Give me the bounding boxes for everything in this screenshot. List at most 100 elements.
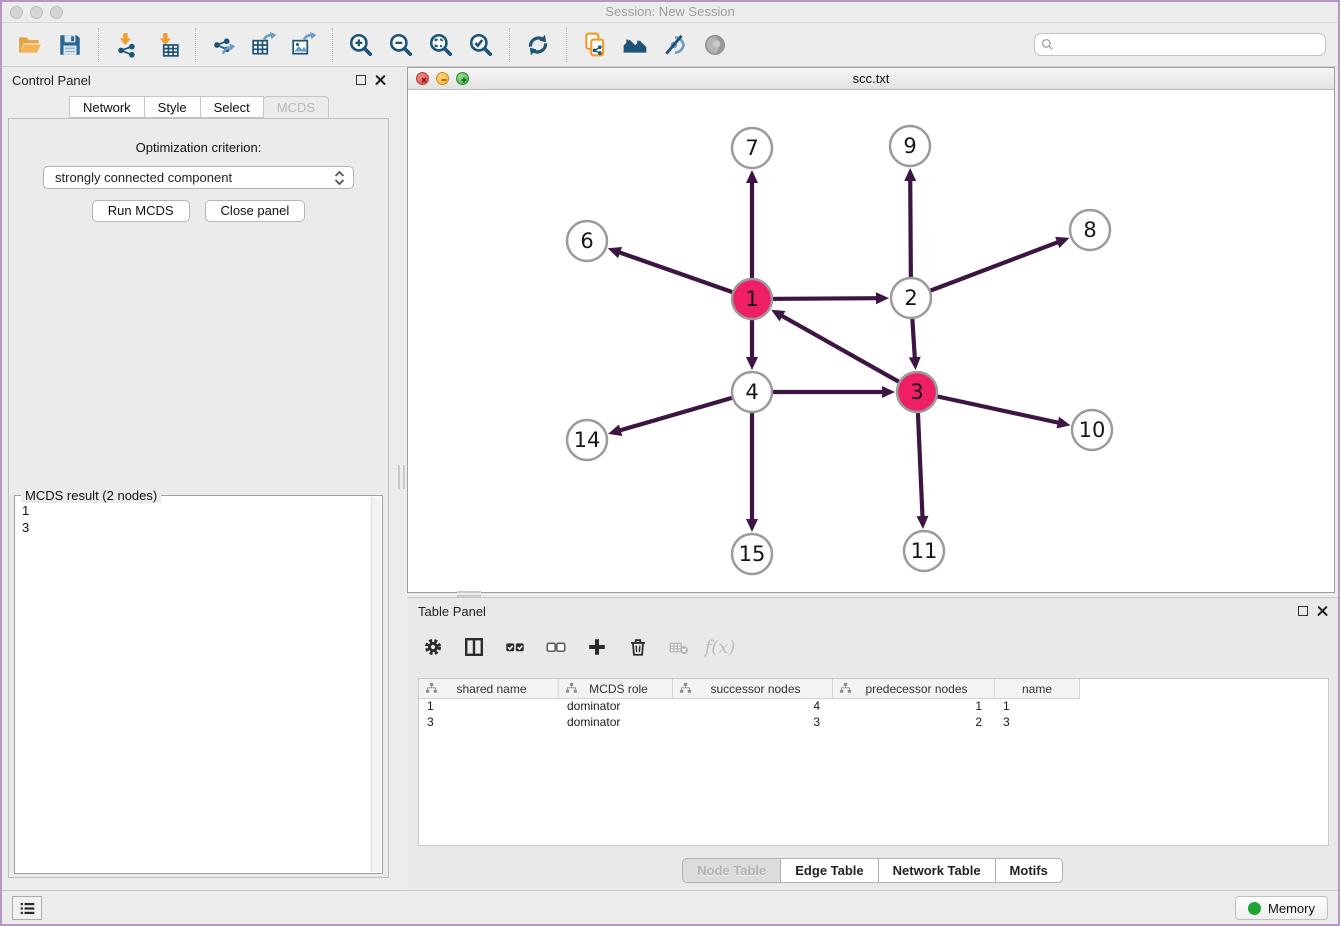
add-column-button[interactable] xyxy=(585,635,609,659)
save-session-button[interactable] xyxy=(53,28,87,62)
split-panel-icon xyxy=(463,636,485,658)
cell-name: 1 xyxy=(995,699,1080,715)
close-panel-button[interactable]: Close panel xyxy=(205,200,306,222)
network-view-window: scc.txt 7968124314101511 xyxy=(407,67,1335,593)
show-column-panel-button[interactable] xyxy=(462,635,486,659)
float-table-panel-icon[interactable] xyxy=(1298,606,1308,616)
import-table-icon xyxy=(154,32,180,58)
optimization-criterion-label: Optimization criterion: xyxy=(9,140,388,155)
graph-node-label: 4 xyxy=(745,380,758,404)
tab-edge-table[interactable]: Edge Table xyxy=(780,858,878,883)
import-network-button[interactable] xyxy=(110,28,144,62)
zoom-window-button[interactable] xyxy=(50,6,63,19)
mcds-result-box: MCDS result (2 nodes) 1 3 xyxy=(14,495,383,874)
table-row[interactable]: 1 dominator 4 1 1 xyxy=(419,699,1328,715)
minimize-window-button[interactable] xyxy=(30,6,43,19)
duplicate-network-button[interactable] xyxy=(578,28,612,62)
refresh-view-button[interactable] xyxy=(521,28,555,62)
tab-select[interactable]: Select xyxy=(200,96,264,118)
network-close-button[interactable] xyxy=(416,72,429,85)
memory-button[interactable]: Memory xyxy=(1235,896,1328,920)
control-panel-title: Control Panel xyxy=(12,73,91,88)
cell-successor-nodes: 3 xyxy=(673,715,833,731)
float-panel-icon[interactable] xyxy=(356,75,366,85)
close-table-panel-icon[interactable] xyxy=(1317,605,1328,616)
tab-node-table[interactable]: Node Table xyxy=(682,858,781,883)
toolbar-separator xyxy=(509,28,510,62)
zoom-selected-button[interactable] xyxy=(464,28,498,62)
table-settings-button[interactable] xyxy=(421,635,445,659)
network-graph[interactable]: 7968124314101511 xyxy=(408,90,1337,593)
tab-style[interactable]: Style xyxy=(144,96,201,118)
column-header-successor-nodes[interactable]: successor nodes xyxy=(673,679,833,699)
birds-eye-view-button[interactable] xyxy=(698,28,732,62)
graph-node-label: 8 xyxy=(1083,218,1096,242)
cell-successor-nodes: 4 xyxy=(673,699,833,715)
table-row[interactable]: 3 dominator 3 2 3 xyxy=(419,715,1328,731)
function-builder-button: f(x) xyxy=(708,635,732,659)
network-minimize-button[interactable] xyxy=(436,72,449,85)
graph-node-label: 7 xyxy=(745,136,758,160)
criterion-value: strongly connected component xyxy=(55,170,232,185)
window-controls xyxy=(10,6,63,19)
export-image-button[interactable] xyxy=(287,28,321,62)
mcds-result-text[interactable]: 1 3 xyxy=(16,497,370,872)
control-panel-tabs: Network Style Select MCDS xyxy=(2,96,396,118)
export-network-button[interactable] xyxy=(207,28,241,62)
fx-icon: f(x) xyxy=(705,637,736,658)
gear-icon xyxy=(422,636,444,658)
cell-shared-name: 3 xyxy=(419,715,559,731)
table-tabs: Node Table Edge Table Network Table Moti… xyxy=(407,858,1338,883)
zoom-in-icon xyxy=(348,32,374,58)
hierarchy-icon xyxy=(839,682,852,695)
tab-mcds[interactable]: MCDS xyxy=(263,96,329,118)
close-window-button[interactable] xyxy=(10,6,23,19)
run-mcds-button[interactable]: Run MCDS xyxy=(92,200,190,222)
zoom-fit-button[interactable] xyxy=(424,28,458,62)
main-content: Control Panel Network Style Select MCDS … xyxy=(2,67,1338,890)
tab-motifs[interactable]: Motifs xyxy=(995,858,1063,883)
network-window-controls xyxy=(416,72,469,85)
tab-network[interactable]: Network xyxy=(69,96,145,118)
table-panel: Table Panel xyxy=(407,597,1338,890)
toolbar-separator xyxy=(195,28,196,62)
close-panel-icon[interactable] xyxy=(375,74,386,85)
graph-node-label: 11 xyxy=(911,539,938,563)
trash-icon xyxy=(627,636,649,658)
task-history-button[interactable] xyxy=(12,896,42,920)
select-all-columns-button[interactable] xyxy=(503,635,527,659)
result-scrollbar[interactable] xyxy=(371,497,381,872)
criterion-select[interactable]: strongly connected component xyxy=(43,166,354,189)
refresh-icon xyxy=(525,32,551,58)
hide-graphics-details-button[interactable] xyxy=(658,28,692,62)
deselect-all-columns-button[interactable] xyxy=(544,635,568,659)
window-title: Session: New Session xyxy=(2,2,1338,22)
graph-node-label: 6 xyxy=(580,229,593,253)
import-table-button[interactable] xyxy=(150,28,184,62)
column-header-shared-name[interactable]: shared name xyxy=(419,679,559,699)
network-maximize-button[interactable] xyxy=(456,72,469,85)
control-panel: Control Panel Network Style Select MCDS … xyxy=(2,67,396,890)
open-session-button[interactable] xyxy=(13,28,47,62)
zoom-in-button[interactable] xyxy=(344,28,378,62)
search-input[interactable] xyxy=(1034,33,1326,56)
zoom-out-button[interactable] xyxy=(384,28,418,62)
show-all-networks-button[interactable] xyxy=(618,28,652,62)
select-stepper-icon xyxy=(332,170,347,186)
tab-network-table[interactable]: Network Table xyxy=(878,858,996,883)
table-panel-header: Table Panel xyxy=(407,598,1338,623)
cell-mcds-role: dominator xyxy=(559,715,673,731)
toolbar-separator xyxy=(332,28,333,62)
export-table-button[interactable] xyxy=(247,28,281,62)
zoom-fit-icon xyxy=(428,32,454,58)
column-header-name[interactable]: name xyxy=(995,679,1080,699)
network-canvas[interactable]: 7968124314101511 xyxy=(408,90,1334,592)
delete-column-button[interactable] xyxy=(626,635,650,659)
cell-shared-name: 1 xyxy=(419,699,559,715)
export-image-icon xyxy=(291,32,317,58)
column-header-predecessor-nodes[interactable]: predecessor nodes xyxy=(833,679,995,699)
vertical-splitter-grip[interactable] xyxy=(398,465,405,489)
column-header-mcds-role[interactable]: MCDS role xyxy=(559,679,673,699)
graph-node-label: 10 xyxy=(1079,418,1106,442)
main-titlebar: Session: New Session xyxy=(2,2,1338,22)
